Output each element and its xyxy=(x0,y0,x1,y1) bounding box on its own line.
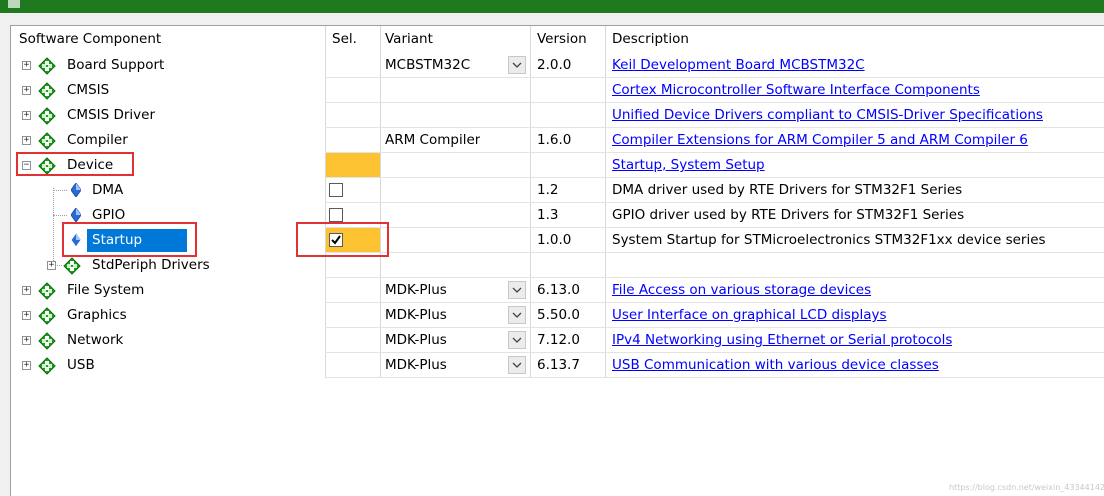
variant-dropdown-button[interactable] xyxy=(508,356,526,374)
component-bundle-icon xyxy=(38,57,56,75)
component-bundle-icon xyxy=(38,282,56,300)
version-value: 1.6.0 xyxy=(537,132,572,148)
expand-icon[interactable]: + xyxy=(22,286,31,295)
highlight-device xyxy=(16,152,134,176)
expand-icon[interactable]: + xyxy=(47,261,56,270)
chevron-down-icon xyxy=(512,312,522,318)
component-name[interactable]: USB xyxy=(67,353,95,378)
component-name[interactable]: CMSIS xyxy=(67,78,109,103)
expand-icon[interactable]: + xyxy=(22,111,31,120)
description-link[interactable]: Keil Development Board MCBSTM32C xyxy=(612,53,865,78)
description-link[interactable]: Unified Device Drivers compliant to CMSI… xyxy=(612,103,1043,128)
description-link[interactable]: USB Communication with various device cl… xyxy=(612,353,939,378)
chevron-down-icon xyxy=(512,337,522,343)
component-name[interactable]: File System xyxy=(67,278,144,303)
description-text: System Startup for STMicroelectronics ST… xyxy=(612,232,1046,248)
chevron-down-icon xyxy=(512,287,522,293)
header-variant[interactable]: Variant xyxy=(385,27,433,52)
grid-header: Software Component Sel. Variant Version … xyxy=(11,27,1104,52)
description-link[interactable]: Cortex Microcontroller Software Interfac… xyxy=(612,78,980,103)
variant-value[interactable]: MDK-Plus xyxy=(385,278,447,303)
header-sel[interactable]: Sel. xyxy=(332,27,357,52)
expand-icon[interactable]: + xyxy=(22,361,31,370)
header-description[interactable]: Description xyxy=(612,27,689,52)
component-row[interactable]: + CMSIS Driver Unified Device Drivers comp… xyxy=(11,103,1104,128)
variant-value[interactable]: MDK-Plus xyxy=(385,303,447,328)
window-titlebar xyxy=(0,0,1104,13)
app-icon xyxy=(8,0,20,8)
description-text: GPIO driver used by RTE Drivers for STM3… xyxy=(612,207,965,223)
component-name[interactable]: Board Support xyxy=(67,53,164,78)
variant-value: ARM Compiler xyxy=(385,132,481,148)
header-version[interactable]: Version xyxy=(537,27,587,52)
expand-icon[interactable]: + xyxy=(22,136,31,145)
description-link[interactable]: File Access on various storage devices xyxy=(612,278,871,303)
component-row[interactable]: + CMSIS Cortex Microcontroller Software In… xyxy=(11,78,1104,103)
component-name[interactable]: CMSIS Driver xyxy=(67,103,155,128)
expand-icon[interactable]: + xyxy=(22,61,31,70)
component-name[interactable]: Compiler xyxy=(67,128,128,153)
component-row[interactable]: + Compiler ARM Compiler 1.6.0 Compiler Exten… xyxy=(11,128,1104,153)
version-value: 6.13.0 xyxy=(537,282,580,298)
description-link[interactable]: IPv4 Networking using Ethernet or Serial… xyxy=(612,328,952,353)
component-name[interactable]: Network xyxy=(67,328,123,353)
component-row[interactable]: + File System MDK-Plus 6.13.0 File Access on… xyxy=(11,278,1104,303)
variant-value[interactable]: MDK-Plus xyxy=(385,328,447,353)
component-bundle-icon xyxy=(38,132,56,150)
select-checkbox[interactable] xyxy=(329,208,343,222)
version-value: 2.0.0 xyxy=(537,57,572,73)
component-leaf-icon xyxy=(71,208,81,222)
expand-icon[interactable]: + xyxy=(22,311,31,320)
version-value: 7.12.0 xyxy=(537,332,580,348)
component-bundle-icon xyxy=(38,307,56,325)
component-name[interactable]: DMA xyxy=(92,178,123,203)
expand-icon[interactable]: + xyxy=(22,336,31,345)
component-row[interactable]: + Network MDK-Plus 7.12.0 IPv4 Networking us… xyxy=(11,328,1104,353)
version-value: 6.13.7 xyxy=(537,357,580,373)
component-row[interactable]: DMA 1.2 DMA driver used by RTE Drivers for… xyxy=(11,178,1104,203)
description-link[interactable]: Compiler Extensions for ARM Compiler 5 a… xyxy=(612,128,1028,153)
selection-state-indicator xyxy=(326,153,380,178)
variant-value[interactable]: MCBSTM32C xyxy=(385,53,470,78)
component-name[interactable]: Graphics xyxy=(67,303,127,328)
variant-value[interactable]: MDK-Plus xyxy=(385,353,447,378)
description-link[interactable]: User Interface on graphical LCD displays xyxy=(612,303,887,328)
version-value: 1.2 xyxy=(537,182,559,198)
row-gridline xyxy=(325,377,1104,378)
component-row[interactable]: − Device Startup, System Setup xyxy=(11,153,1104,178)
version-value: 1.0.0 xyxy=(537,232,572,248)
component-row[interactable]: + Board Support MCBSTM32C 2.0.0 Keil Develop… xyxy=(11,53,1104,78)
variant-dropdown-button[interactable] xyxy=(508,331,526,349)
component-bundle-icon xyxy=(38,332,56,350)
component-row[interactable]: + Graphics MDK-Plus 5.50.0 User Interface on… xyxy=(11,303,1104,328)
component-bundle-icon xyxy=(38,82,56,100)
highlight-startup xyxy=(62,222,197,257)
component-bundle-icon xyxy=(38,107,56,125)
version-value: 5.50.0 xyxy=(537,307,580,323)
component-bundle-icon xyxy=(38,357,56,375)
expand-icon[interactable]: + xyxy=(22,86,31,95)
chevron-down-icon xyxy=(512,362,522,368)
component-leaf-icon xyxy=(71,183,81,197)
version-value: 1.3 xyxy=(537,207,559,223)
description-link[interactable]: Startup, System Setup xyxy=(612,153,765,178)
select-checkbox[interactable] xyxy=(329,183,343,197)
description-text: DMA driver used by RTE Drivers for STM32… xyxy=(612,182,963,198)
chevron-down-icon xyxy=(512,62,522,68)
variant-dropdown-button[interactable] xyxy=(508,56,526,74)
component-bundle-icon xyxy=(63,257,81,275)
variant-dropdown-button[interactable] xyxy=(508,281,526,299)
header-component[interactable]: Software Component xyxy=(19,27,161,52)
highlight-startup-checkbox xyxy=(296,222,389,257)
variant-dropdown-button[interactable] xyxy=(508,306,526,324)
component-row[interactable]: + USB MDK-Plus 6.13.7 USB Communication with… xyxy=(11,353,1104,378)
rte-component-grid: Software Component Sel. Variant Version … xyxy=(10,25,1104,496)
